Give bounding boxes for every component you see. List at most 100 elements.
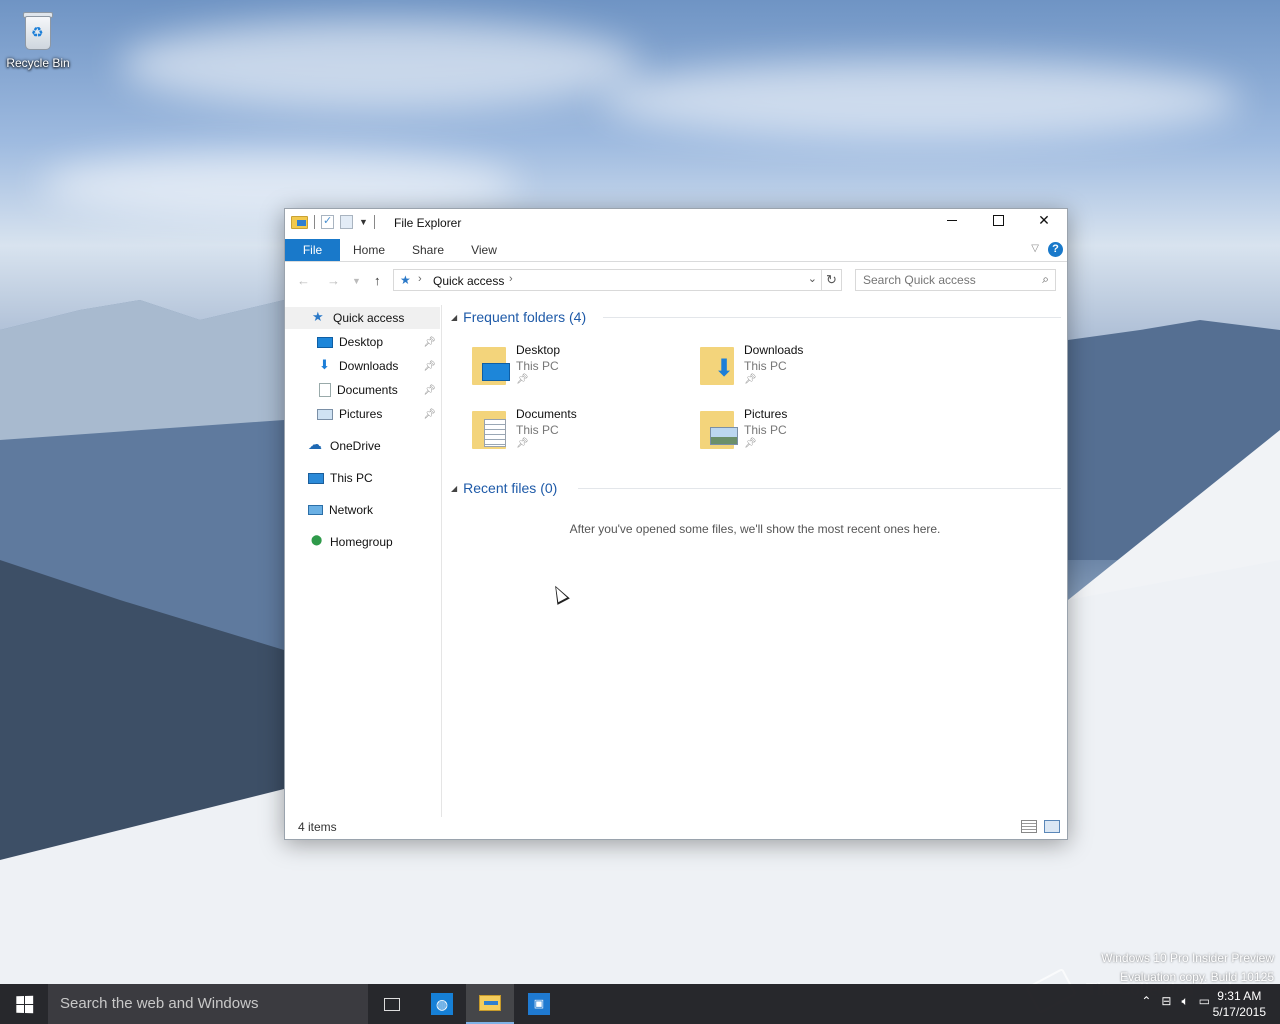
action-center-icon[interactable]: ▭ xyxy=(1199,994,1210,1009)
folder-location: This PC xyxy=(516,423,559,437)
close-button[interactable]: ✕ xyxy=(1021,209,1067,231)
folder-icon xyxy=(291,215,308,229)
quick-access-toolbar: ▼ xyxy=(291,214,375,229)
chevron-right-icon[interactable]: › xyxy=(509,273,513,285)
file-explorer-window: ▼ File Explorer ✕ File Home Share View ▽… xyxy=(284,208,1068,840)
nav-item-label: Documents xyxy=(337,383,398,397)
nav-item-documents[interactable]: Documents 📌︎ xyxy=(285,379,440,401)
address-dropdown-icon[interactable]: ⌄ xyxy=(808,272,817,285)
onedrive-icon xyxy=(308,436,324,453)
properties-icon[interactable] xyxy=(321,214,334,229)
nav-item-label: Desktop xyxy=(339,335,384,349)
nav-item-label: Homegroup xyxy=(330,535,393,549)
collapse-triangle-icon[interactable]: ◢ xyxy=(451,313,457,322)
windows-logo-icon xyxy=(15,995,33,1013)
quick-access-star-icon: ★ xyxy=(400,273,411,287)
task-view-icon xyxy=(384,997,400,1011)
star-icon xyxy=(311,309,327,325)
group-header-frequent-folders[interactable]: ◢ Frequent folders (4) xyxy=(451,307,1061,327)
taskbar-browser-button[interactable]: ◍ xyxy=(418,984,466,1024)
documents-icon xyxy=(319,383,331,397)
tab-home[interactable]: Home xyxy=(343,239,395,261)
pictures-folder-icon xyxy=(698,409,738,449)
large-icons-view-icon[interactable] xyxy=(1044,820,1060,833)
help-icon[interactable]: ? xyxy=(1048,242,1063,257)
customize-toolbar-dropdown-icon[interactable]: ▼ xyxy=(359,217,368,227)
nav-item-onedrive[interactable]: OneDrive xyxy=(285,435,440,457)
forward-button[interactable]: → xyxy=(327,273,340,288)
recent-locations-dropdown-icon[interactable]: ▼ xyxy=(352,276,361,286)
folder-name: Desktop xyxy=(516,343,561,357)
folder-name: Downloads xyxy=(744,343,804,357)
search-icon[interactable]: ⌕ xyxy=(1042,272,1049,287)
status-bar: 4 items xyxy=(285,815,1067,839)
folder-name: Documents xyxy=(516,407,577,421)
folder-location: This PC xyxy=(744,423,787,437)
clock[interactable]: 9:31 AM 5/17/2015 xyxy=(1213,988,1266,1020)
divider xyxy=(603,317,1061,318)
nav-item-network[interactable]: Network xyxy=(285,499,440,521)
nav-item-label: Quick access xyxy=(333,311,405,325)
nav-item-this-pc[interactable]: This PC xyxy=(285,467,440,489)
pin-icon: 📌︎ xyxy=(516,438,529,449)
tab-file[interactable]: File xyxy=(285,239,340,261)
folder-tile-pictures[interactable]: Pictures This PC 📌︎ xyxy=(698,407,918,463)
taskbar-search-box[interactable]: Search the web and Windows xyxy=(48,984,368,1024)
folder-location: This PC xyxy=(744,359,787,373)
group-header-recent-files[interactable]: ◢ Recent files (0) xyxy=(451,478,1061,498)
details-view-icon[interactable] xyxy=(1021,820,1037,833)
folder-tile-documents[interactable]: Documents This PC 📌︎ xyxy=(470,407,690,463)
collapse-triangle-icon[interactable]: ◢ xyxy=(451,484,457,493)
address-row: ← → ▼ ↑ ★ › Quick access › ⌄ ↻ ⌕ xyxy=(285,267,1067,295)
network-icon xyxy=(308,505,323,515)
nav-item-homegroup[interactable]: Homegroup xyxy=(285,531,440,553)
taskbar-file-explorer-button[interactable] xyxy=(466,984,514,1024)
breadcrumb-quick-access[interactable]: Quick access xyxy=(433,274,504,288)
content-pane: ◢ Frequent folders (4) Desktop This PC 📌… xyxy=(443,305,1067,817)
window-title: File Explorer xyxy=(394,216,462,230)
nav-item-pictures[interactable]: Pictures 📌︎ xyxy=(285,403,440,425)
network-status-icon[interactable]: ⊟ xyxy=(1161,994,1171,1009)
up-button[interactable]: ↑ xyxy=(374,273,381,288)
search-box[interactable]: ⌕ xyxy=(855,269,1056,291)
taskbar-store-button[interactable]: ▣ xyxy=(515,984,563,1024)
expand-ribbon-icon[interactable]: ▽ xyxy=(1031,243,1039,254)
start-button[interactable] xyxy=(0,984,48,1024)
new-folder-icon[interactable] xyxy=(340,215,353,229)
taskbar: Search the web and Windows ◍ ▣ ⌃ ⊟ 🔈︎ ▭ … xyxy=(0,984,1280,1024)
show-hidden-icons-icon[interactable]: ⌃ xyxy=(1141,994,1151,1009)
pin-icon[interactable]: 📌︎ xyxy=(423,385,436,396)
folder-name: Pictures xyxy=(744,407,788,421)
volume-icon[interactable]: 🔈︎ xyxy=(1181,994,1188,1009)
refresh-button[interactable]: ↻ xyxy=(821,270,841,290)
maximize-button[interactable] xyxy=(975,209,1021,231)
nav-item-downloads[interactable]: Downloads 📌︎ xyxy=(285,355,440,377)
separator xyxy=(373,215,375,229)
pin-icon[interactable]: 📌︎ xyxy=(423,337,436,348)
nav-item-label: This PC xyxy=(330,471,373,485)
title-bar[interactable]: ▼ File Explorer ✕ xyxy=(285,209,1067,237)
browser-globe-icon: ◍ xyxy=(431,993,453,1015)
download-icon xyxy=(317,357,333,373)
back-button[interactable]: ← xyxy=(297,273,310,288)
nav-item-label: Network xyxy=(329,503,374,517)
search-input[interactable] xyxy=(856,270,1026,290)
chevron-right-icon[interactable]: › xyxy=(418,273,422,285)
documents-folder-icon xyxy=(470,409,510,449)
minimize-button[interactable] xyxy=(929,209,975,231)
recycle-bin-desktop-icon[interactable]: ♻ Recycle Bin xyxy=(6,8,70,70)
tab-view[interactable]: View xyxy=(459,239,509,261)
pin-icon[interactable]: 📌︎ xyxy=(423,361,436,372)
tab-share[interactable]: Share xyxy=(402,239,454,261)
address-bar[interactable]: ★ › Quick access › ⌄ ↻ xyxy=(393,269,842,291)
task-view-button[interactable] xyxy=(368,984,416,1024)
empty-recent-message: After you've opened some files, we'll sh… xyxy=(569,522,941,536)
folder-tile-downloads[interactable]: ⬇ Downloads This PC 📌︎ xyxy=(698,343,918,399)
folder-location: This PC xyxy=(516,359,559,373)
pin-icon[interactable]: 📌︎ xyxy=(423,409,436,420)
nav-item-quick-access[interactable]: Quick access xyxy=(285,307,440,329)
nav-item-desktop[interactable]: Desktop 📌︎ xyxy=(285,331,440,353)
pin-icon: 📌︎ xyxy=(744,374,757,385)
item-count: 4 items xyxy=(298,820,337,834)
folder-tile-desktop[interactable]: Desktop This PC 📌︎ xyxy=(470,343,690,399)
